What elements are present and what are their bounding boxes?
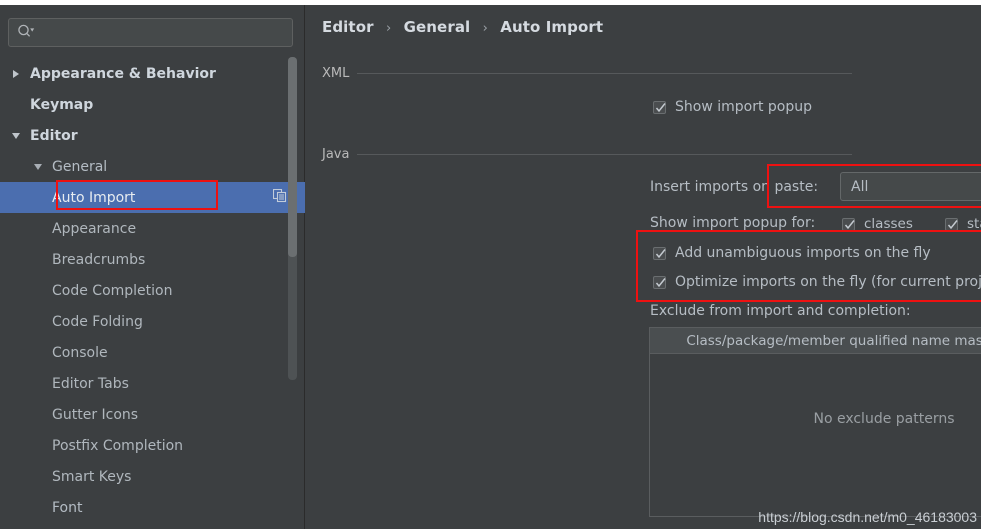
breadcrumb-auto-import: Auto Import — [500, 18, 604, 36]
search-box[interactable] — [8, 18, 293, 47]
section-title: XML — [322, 66, 350, 81]
sidebar-item-auto-import[interactable]: Auto Import — [0, 182, 305, 213]
sidebar-item-smart-keys[interactable]: Smart Keys — [0, 461, 305, 492]
dropdown-value: All — [851, 178, 869, 195]
empty-state-text: No exclude patterns — [813, 411, 955, 427]
sidebar-item-general[interactable]: General — [0, 151, 305, 182]
sidebar-item-label: Editor — [30, 127, 78, 144]
show-import-popup-for-label: Show import popup for: — [650, 215, 816, 231]
sidebar-item-appearance[interactable]: Appearance — [0, 213, 305, 244]
breadcrumb-general[interactable]: General — [404, 18, 471, 36]
sidebar-item-label: Appearance — [52, 220, 137, 237]
breadcrumb: Editor › General › Auto Import — [322, 18, 603, 36]
search-input[interactable] — [39, 24, 273, 41]
checkbox-optimize-imports[interactable]: Optimize imports on the fly (for current… — [653, 274, 981, 290]
settings-tree: Appearance & Behavior Keymap Editor Gene… — [0, 58, 305, 523]
sidebar-scrollbar-thumb[interactable] — [288, 57, 297, 257]
checkbox-show-import-popup[interactable]: Show import popup — [653, 99, 812, 115]
no-arrow-spacer — [10, 99, 22, 111]
highlight-box-fly-checkboxes — [636, 230, 981, 302]
sidebar-item-label: General — [52, 158, 108, 175]
settings-content-panel: Editor › General › Auto Import XML Show … — [305, 0, 981, 529]
settings-sidebar: Appearance & Behavior Keymap Editor Gene… — [0, 0, 305, 529]
sidebar-item-label: Gutter Icons — [52, 406, 139, 423]
insert-imports-dropdown[interactable]: All — [840, 172, 981, 201]
chevron-right-icon[interactable] — [10, 68, 22, 80]
sidebar-item-console[interactable]: Console — [0, 337, 305, 368]
sidebar-item-keymap[interactable]: Keymap — [0, 89, 305, 120]
checkbox-icon[interactable] — [653, 275, 666, 289]
table-body: No exclude patterns — [650, 354, 981, 516]
sidebar-item-editor[interactable]: Editor — [0, 120, 305, 151]
insert-imports-label: Insert imports on paste: — [650, 179, 819, 195]
checkbox-icon[interactable] — [653, 100, 666, 114]
section-header-java: Java — [322, 147, 852, 162]
section-divider — [357, 154, 852, 155]
sidebar-item-label: Code Completion — [52, 282, 173, 299]
section-divider — [357, 73, 852, 74]
sidebar-item-label: Font — [52, 499, 83, 516]
sidebar-item-appearance-behavior[interactable]: Appearance & Behavior — [0, 58, 305, 89]
settings-dialog: Appearance & Behavior Keymap Editor Gene… — [0, 0, 981, 529]
sidebar-item-code-completion[interactable]: Code Completion — [0, 275, 305, 306]
sidebar-item-label: Postfix Completion — [52, 437, 184, 454]
sidebar-item-gutter-icons[interactable]: Gutter Icons — [0, 399, 305, 430]
exclude-from-import-label: Exclude from import and completion: — [650, 303, 911, 319]
checkbox-icon[interactable] — [945, 217, 958, 231]
sidebar-item-label: Console — [52, 344, 108, 361]
checkbox-icon[interactable] — [653, 246, 666, 260]
sidebar-item-label: Breadcrumbs — [52, 251, 146, 268]
sidebar-scrollbar-track[interactable] — [288, 57, 297, 380]
sidebar-item-code-folding[interactable]: Code Folding — [0, 306, 305, 337]
checkbox-label: Show import popup — [675, 99, 812, 115]
top-white-strip — [0, 0, 981, 5]
sidebar-item-label: Smart Keys — [52, 468, 132, 485]
exclude-patterns-table[interactable]: Class/package/member qualified name mask… — [649, 327, 981, 517]
section-title: Java — [322, 147, 350, 162]
breadcrumb-separator-icon: › — [385, 21, 392, 36]
table-header-row: Class/package/member qualified name mask… — [650, 328, 981, 354]
sidebar-item-breadcrumbs[interactable]: Breadcrumbs — [0, 244, 305, 275]
sidebar-item-font[interactable]: Font — [0, 492, 305, 523]
sidebar-item-label: Code Folding — [52, 313, 143, 330]
no-arrow-spacer — [32, 502, 44, 514]
chevron-down-icon[interactable] — [10, 130, 22, 142]
checkbox-label: Add unambiguous imports on the fly — [675, 245, 931, 261]
watermark: https://blog.csdn.net/m0_46183003 — [758, 509, 977, 525]
chevron-down-icon[interactable] — [32, 161, 44, 173]
sidebar-item-label: Editor Tabs — [52, 375, 129, 392]
checkbox-static-methods-and-fields[interactable]: static methods and fields — [945, 216, 981, 232]
copy-icon[interactable] — [272, 188, 287, 207]
checkbox-label: static methods and fields — [967, 216, 981, 232]
sidebar-item-editor-tabs[interactable]: Editor Tabs — [0, 368, 305, 399]
checkbox-classes[interactable]: classes — [842, 216, 913, 232]
sidebar-item-label: Auto Import — [52, 189, 136, 206]
sidebar-item-label: Keymap — [30, 96, 94, 113]
breadcrumb-editor[interactable]: Editor — [322, 18, 374, 36]
checkbox-icon[interactable] — [842, 217, 855, 231]
checkbox-add-unambiguous-imports[interactable]: Add unambiguous imports on the fly — [653, 245, 931, 261]
checkbox-label: classes — [864, 216, 913, 232]
search-icon — [17, 24, 35, 42]
sidebar-item-postfix-completion[interactable]: Postfix Completion — [0, 430, 305, 461]
sidebar-item-label: Appearance & Behavior — [30, 65, 216, 82]
column-header-mask[interactable]: Class/package/member qualified name mask — [650, 333, 981, 349]
section-header-xml: XML — [322, 66, 852, 81]
checkbox-label: Optimize imports on the fly (for current… — [675, 274, 981, 290]
breadcrumb-separator-icon: › — [482, 21, 488, 36]
